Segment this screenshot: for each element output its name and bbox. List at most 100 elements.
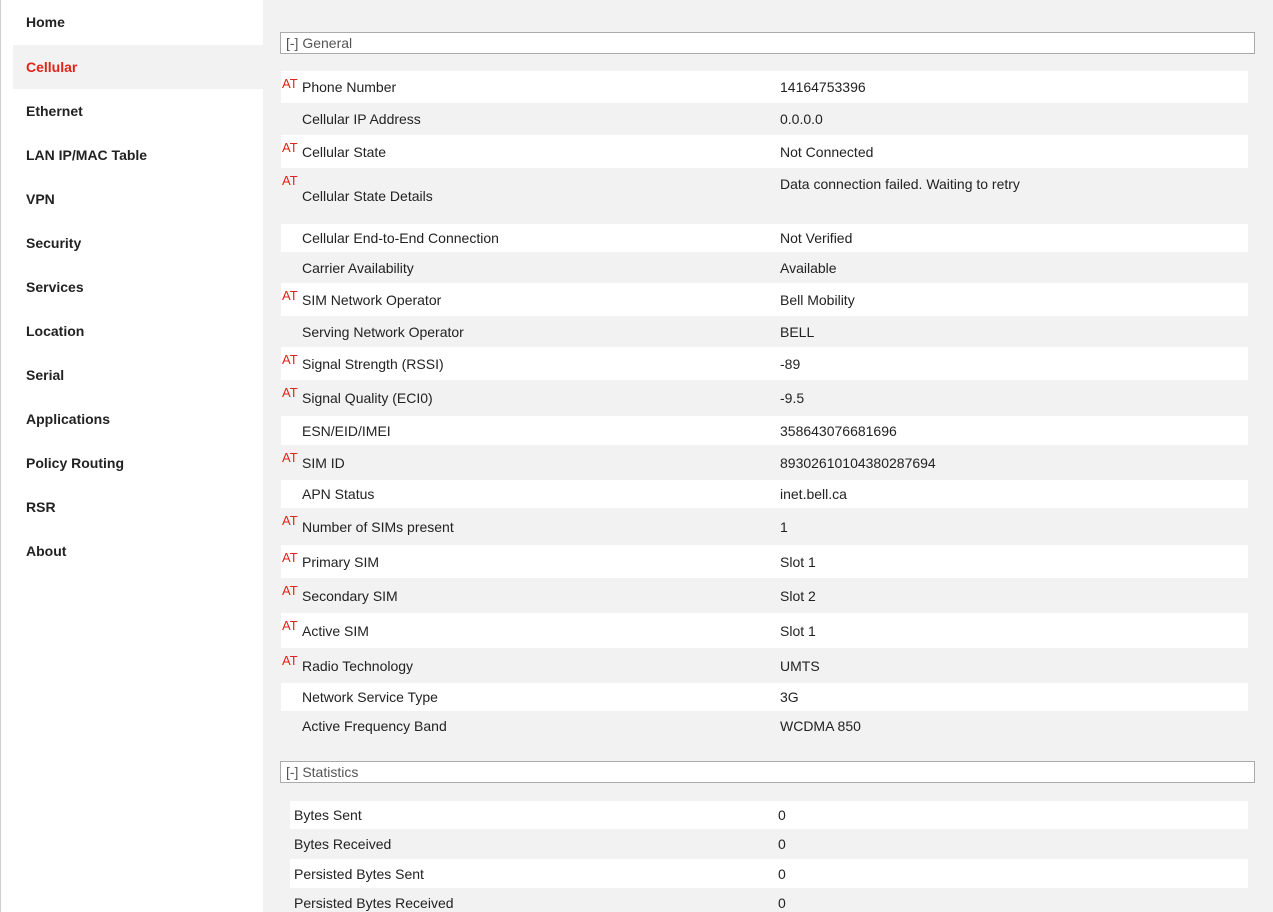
row-value: inet.bell.ca [780,486,847,502]
sidebar-item-location[interactable]: Location [13,309,263,353]
row-value: Available [780,260,837,276]
row-label: Radio Technology [302,658,414,674]
sidebar-item-vpn[interactable]: VPN [13,177,263,221]
statistics-section-toggle[interactable]: [-] Statistics [280,761,1255,783]
row-value: 0 [778,895,786,911]
row-label: Cellular End-to-End Connection [302,230,499,246]
row-value: UMTS [780,658,820,674]
row-value: -89 [780,356,801,372]
sidebar-item-policy-routing[interactable]: Policy Routing [13,441,263,485]
label-column [299,445,777,480]
row-label: SIM Network Operator [302,292,442,308]
sidebar-item-lan-ip-mac-table[interactable]: LAN IP/MAC Table [13,133,263,177]
general-row: AT Cellular State Details Data connection … [281,168,1248,224]
general-row: AT Radio Technology UMTS [281,648,1248,683]
general-row: Active Frequency Band WCDMA 850 [281,711,1248,741]
at-command-marker: AT [282,618,298,633]
statistics-row: Persisted Bytes Received 0 [281,888,1248,912]
row-value: Data connection failed. Waiting to retry [780,176,1020,192]
row-value: 0 [778,836,786,852]
row-value: 14164753396 [780,79,866,95]
general-row: ESN/EID/IMEI 358643076681696 [281,416,1248,445]
row-label: Active Frequency Band [302,718,447,734]
sidebar-item-security[interactable]: Security [13,221,263,265]
row-value: 1 [780,519,788,535]
general-row: AT Cellular State Not Connected [281,135,1248,168]
sidebar-item-rsr[interactable]: RSR [13,485,263,529]
sidebar-item-cellular[interactable]: Cellular [13,45,263,89]
general-row: AT Active SIM Slot 1 [281,613,1248,648]
row-label: Signal Quality (ECI0) [302,390,433,406]
row-label: SIM ID [302,455,345,471]
row-label: Persisted Bytes Sent [294,866,424,882]
row-label: Serving Network Operator [302,324,464,340]
row-value: WCDMA 850 [780,718,861,734]
row-value: 0.0.0.0 [780,111,823,127]
at-command-marker: AT [282,76,298,91]
sidebar-item-services[interactable]: Services [13,265,263,309]
row-label: Number of SIMs present [302,519,454,535]
general-row: AT Signal Quality (ECI0) -9.5 [281,380,1248,416]
general-row: AT SIM ID 89302610104380287694 [281,445,1248,480]
row-indent [281,829,290,859]
label-column [299,613,777,648]
sidebar-item-applications[interactable]: Applications [13,397,263,441]
row-value: Slot 1 [780,554,816,570]
sidebar-item-about[interactable]: About [13,529,263,573]
general-row: AT Secondary SIM Slot 2 [281,578,1248,613]
general-row: AT Number of SIMs present 1 [281,508,1248,545]
general-section-toggle[interactable]: [-] General [280,32,1255,54]
general-row: APN Status inet.bell.ca [281,480,1248,508]
main-content: [-] General AT Phone Number 14164753396 Cel… [263,0,1273,912]
row-label: Signal Strength (RSSI) [302,356,444,372]
statistics-row: Persisted Bytes Sent 0 [281,859,1248,888]
general-row: Network Service Type 3G [281,683,1248,711]
statistics-row: Bytes Received 0 [281,829,1248,859]
at-command-marker: AT [282,140,298,155]
general-row: Cellular IP Address 0.0.0.0 [281,103,1248,135]
row-label: Bytes Sent [294,807,362,823]
row-label: APN Status [302,486,375,502]
row-label: Network Service Type [302,689,438,705]
statistics-row: Bytes Sent 0 [281,801,1248,829]
row-value: 89302610104380287694 [780,455,936,471]
row-value: Slot 1 [780,623,816,639]
row-label: Phone Number [302,79,397,95]
row-label: Primary SIM [302,554,379,570]
row-value: 358643076681696 [780,423,897,439]
at-command-marker: AT [282,352,298,367]
general-row: AT Primary SIM Slot 1 [281,545,1248,578]
at-command-marker: AT [282,173,298,188]
sidebar-item-serial[interactable]: Serial [13,353,263,397]
row-label: Cellular State [302,144,387,160]
row-label: Bytes Received [294,836,392,852]
sidebar-item-ethernet[interactable]: Ethernet [13,89,263,133]
row-label: Persisted Bytes Received [294,895,454,911]
general-row: Cellular End-to-End Connection Not Verifi… [281,224,1248,252]
at-command-marker: AT [282,583,298,598]
row-value: Not Verified [780,230,853,246]
sidebar-nav: Home Cellular Ethernet LAN IP/MAC Table … [13,0,263,912]
row-value: 0 [778,866,786,882]
row-value: -9.5 [780,390,805,406]
general-row: Serving Network Operator BELL [281,316,1248,347]
row-value: Slot 2 [780,588,816,604]
row-label: Cellular State Details [302,188,433,204]
row-label: Secondary SIM [302,588,398,604]
general-row: AT Phone Number 14164753396 [281,71,1248,103]
at-command-marker: AT [282,288,298,303]
general-row: AT SIM Network Operator Bell Mobility [281,283,1248,316]
at-command-marker: AT [282,450,298,465]
at-command-marker: AT [282,550,298,565]
row-label: ESN/EID/IMEI [302,423,391,439]
row-label: Carrier Availability [302,260,414,276]
app-root: Home Cellular Ethernet LAN IP/MAC Table … [0,0,1273,912]
row-indent [281,859,290,888]
row-indent [281,801,290,829]
row-label: Cellular IP Address [302,111,421,127]
row-value: Bell Mobility [780,292,855,308]
general-row: Carrier Availability Available [281,252,1248,283]
row-value: Not Connected [780,144,874,160]
sidebar-item-home[interactable]: Home [13,0,263,45]
row-label: Active SIM [302,623,369,639]
